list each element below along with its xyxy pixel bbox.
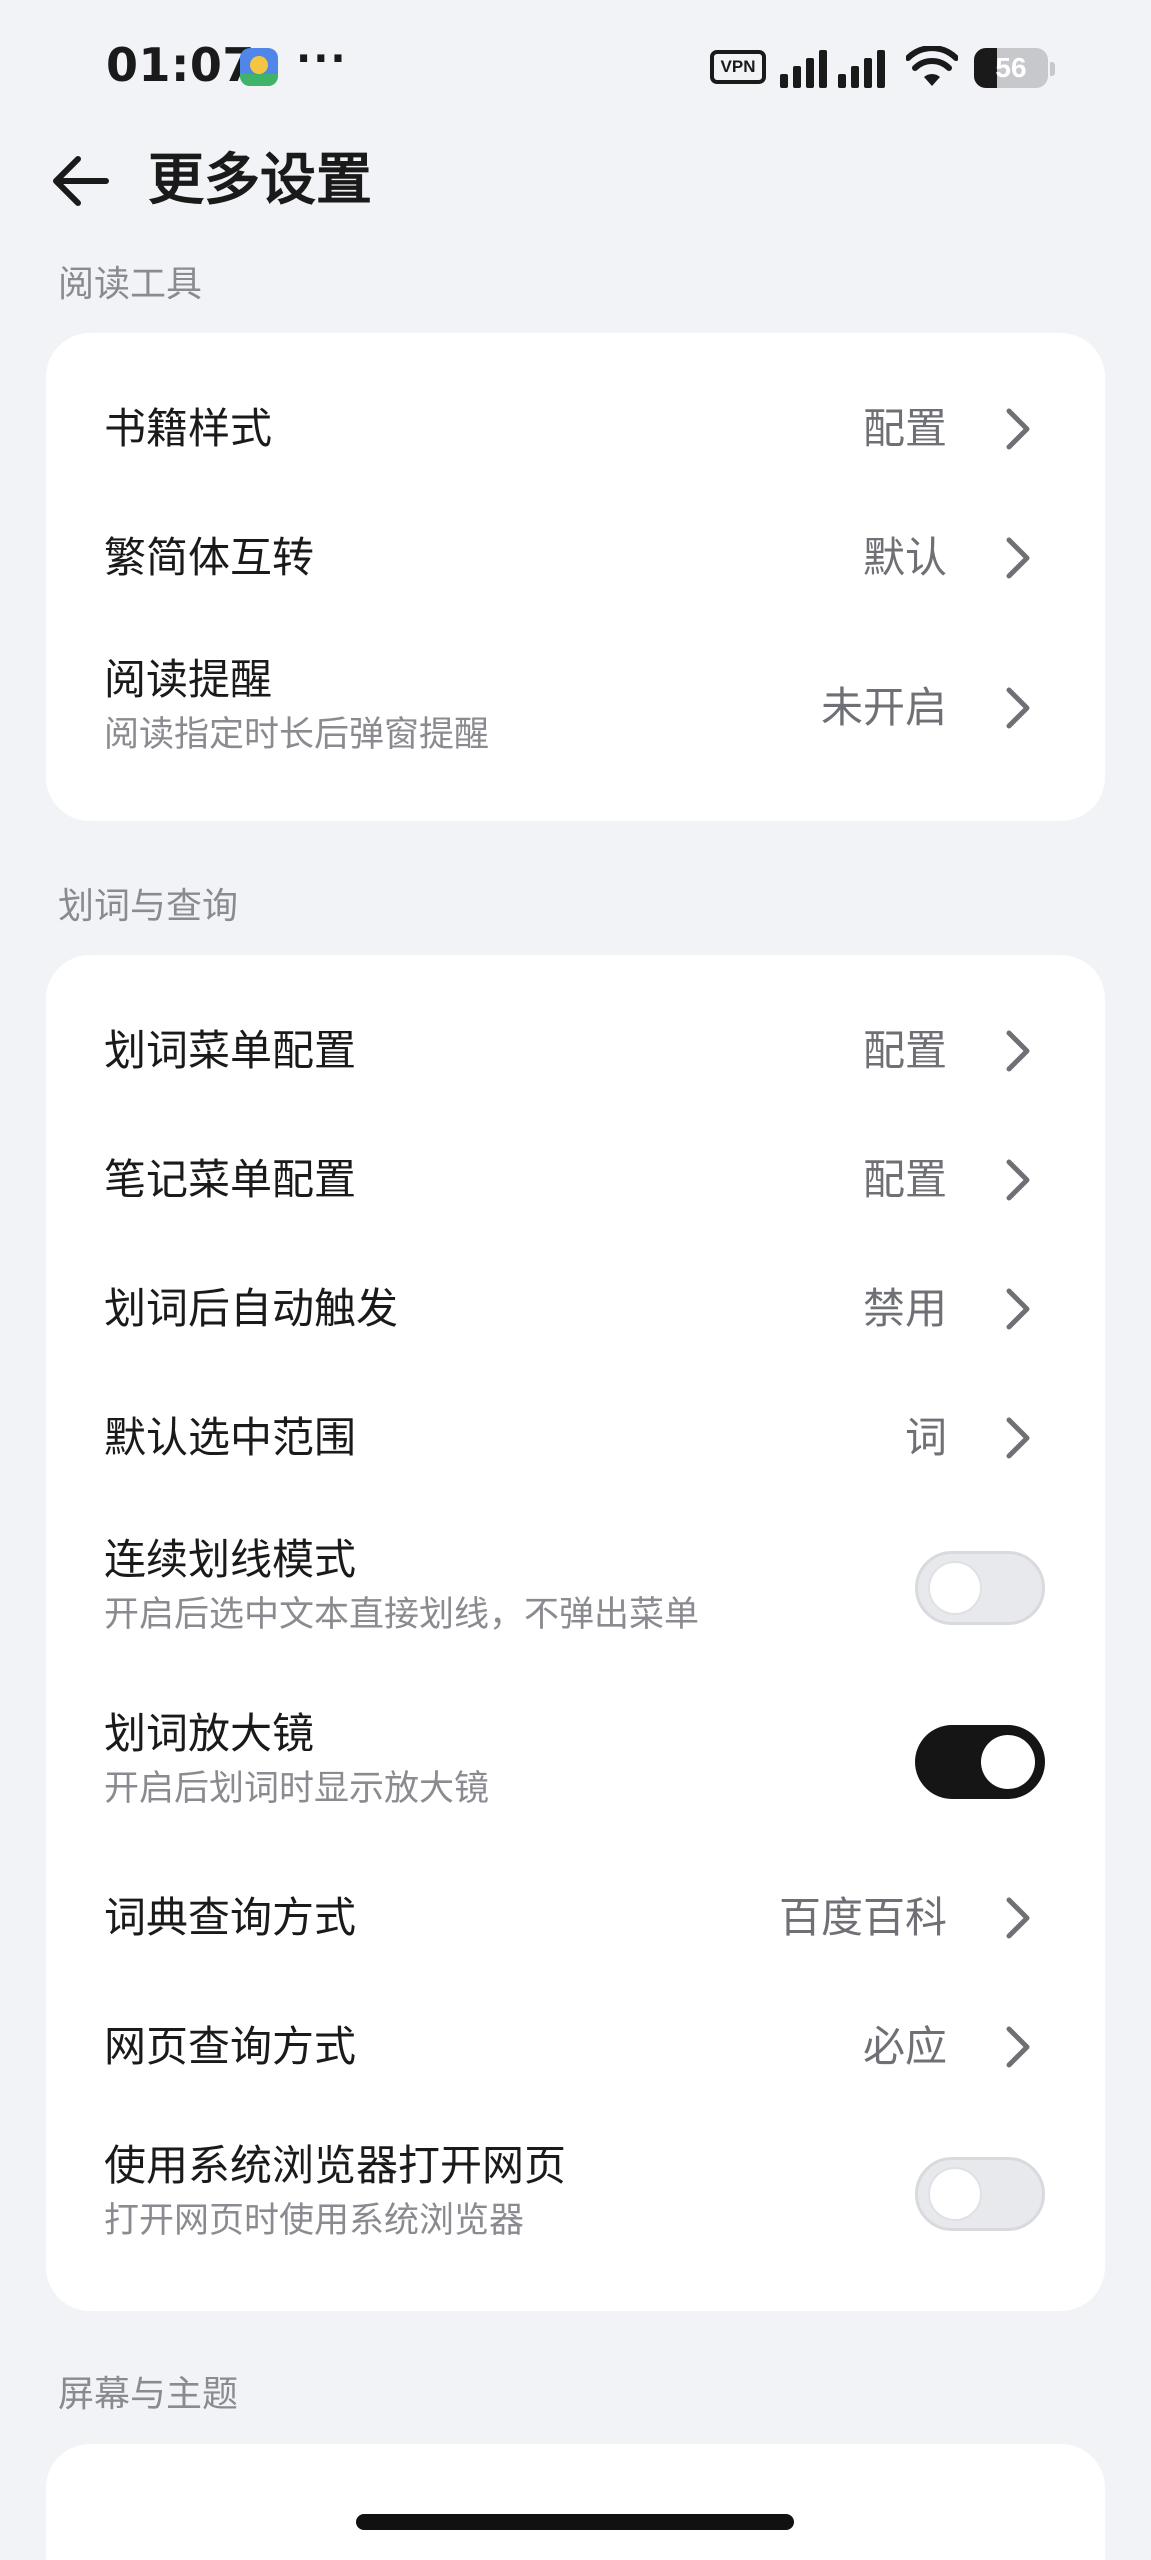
- status-time: 01:07: [106, 38, 255, 92]
- setting-row[interactable]: 繁简体互转 默认: [46, 463, 1105, 593]
- setting-title: 连续划线模式: [104, 1535, 357, 1584]
- chevron-right-icon: [1001, 1416, 1035, 1460]
- setting-title: 阅读提醒: [104, 655, 273, 704]
- setting-subtitle: 打开网页时使用系统浏览器: [104, 2201, 525, 2241]
- setting-row[interactable]: 笔记菜单配置 配置: [46, 1085, 1105, 1215]
- toggle-switch-off[interactable]: [915, 1551, 1045, 1625]
- setting-title: 词典查询方式: [104, 1893, 357, 1942]
- setting-value: 配置: [862, 1155, 947, 1204]
- more-notifications-icon: ···: [296, 36, 348, 82]
- battery-level: 56: [995, 52, 1027, 83]
- chevron-right-icon: [1001, 1287, 1035, 1331]
- setting-row[interactable]: 划词放大镜开启后划词时显示放大镜: [46, 1650, 1105, 1825]
- setting-title: 使用系统浏览器打开网页: [104, 2141, 567, 2190]
- app-header: 更多设置: [0, 130, 1151, 230]
- chevron-right-icon: [1001, 686, 1035, 730]
- setting-value: 配置: [862, 1026, 947, 1075]
- chevron-right-icon: [1001, 407, 1035, 451]
- toggle-knob: [928, 1561, 982, 1615]
- setting-value: 默认: [862, 533, 947, 582]
- setting-subtitle: 阅读指定时长后弹窗提醒: [104, 715, 490, 755]
- setting-value: 配置: [862, 404, 947, 453]
- page-title: 更多设置: [148, 148, 372, 213]
- setting-row[interactable]: 默认选中范围 词: [46, 1345, 1105, 1475]
- setting-title: 默认选中范围: [104, 1413, 357, 1462]
- setting-title: 笔记菜单配置: [104, 1155, 357, 1204]
- vpn-icon: VPN: [710, 50, 766, 84]
- battery-tip: [1050, 62, 1055, 76]
- cellular-signal-2-icon: [838, 48, 885, 88]
- wifi-icon: [906, 46, 958, 86]
- battery-icon: 56: [974, 48, 1048, 88]
- toggle-knob: [928, 2167, 982, 2221]
- chevron-right-icon: [1001, 1158, 1035, 1202]
- setting-row[interactable]: 划词菜单配置 配置: [46, 955, 1105, 1085]
- setting-value: 必应: [862, 2022, 947, 2071]
- chevron-right-icon: [1001, 536, 1035, 580]
- setting-row[interactable]: 划词后自动触发 禁用: [46, 1215, 1105, 1345]
- app-notification-icon: [240, 48, 278, 86]
- section-label-2: 屏幕与主题: [58, 2374, 239, 2415]
- toggle-knob: [981, 1735, 1035, 1789]
- chevron-right-icon: [1001, 2025, 1035, 2069]
- more-settings-screen: 01:07 ··· VPN 56 更多设置 阅读工具 书籍样式 配置 繁简体互转 默认阅…: [0, 0, 1151, 2560]
- setting-title: 划词后自动触发: [104, 1284, 399, 1333]
- setting-subtitle: 开启后选中文本直接划线，不弹出菜单: [104, 1595, 700, 1635]
- chevron-right-icon: [1001, 1896, 1035, 1940]
- cellular-signal-icon: [780, 48, 827, 88]
- setting-row[interactable]: 连续划线模式开启后选中文本直接划线，不弹出菜单: [46, 1475, 1105, 1650]
- back-arrow-icon[interactable]: [46, 146, 116, 216]
- toggle-switch-off[interactable]: [915, 2157, 1045, 2231]
- settings-card-2: [46, 2444, 1105, 2560]
- setting-title: 划词放大镜: [104, 1709, 315, 1758]
- setting-value: 词: [904, 1413, 947, 1462]
- settings-card-1: 划词菜单配置 配置 笔记菜单配置 配置 划词后自动触发 禁用 默认选中范围词连续划线模式 开启…: [46, 955, 1105, 2311]
- setting-title: 网页查询方式: [104, 2022, 357, 2071]
- settings-card-0: 书籍样式 配置繁简体互转 默认阅读提醒阅读指定时长后弹窗提醒 未开启: [46, 333, 1105, 821]
- setting-title: 书籍样式: [104, 404, 273, 453]
- setting-row[interactable]: 词典查询方式 百度百科: [46, 1825, 1105, 1955]
- setting-title: 划词菜单配置: [104, 1026, 357, 1075]
- status-bar: 01:07 ··· VPN 56: [0, 0, 1151, 140]
- setting-value: 禁用: [862, 1284, 947, 1333]
- setting-row[interactable]: 书籍样式 配置: [46, 333, 1105, 463]
- setting-value: 百度百科: [778, 1893, 947, 1942]
- section-label-1: 划词与查询: [58, 886, 239, 927]
- setting-subtitle: 开启后划词时显示放大镜: [104, 1769, 490, 1809]
- chevron-right-icon: [1001, 1029, 1035, 1073]
- setting-row[interactable]: 使用系统浏览器打开网页打开网页时使用系统浏览器: [46, 2085, 1105, 2311]
- toggle-switch-on[interactable]: [915, 1725, 1045, 1799]
- section-label-0: 阅读工具: [58, 264, 203, 305]
- home-indicator[interactable]: [356, 2514, 794, 2530]
- setting-title: 繁简体互转: [104, 533, 315, 582]
- setting-value: 未开启: [820, 683, 947, 732]
- setting-row[interactable]: 网页查询方式 必应: [46, 1955, 1105, 2085]
- setting-row[interactable]: 阅读提醒阅读指定时长后弹窗提醒 未开启: [46, 593, 1105, 821]
